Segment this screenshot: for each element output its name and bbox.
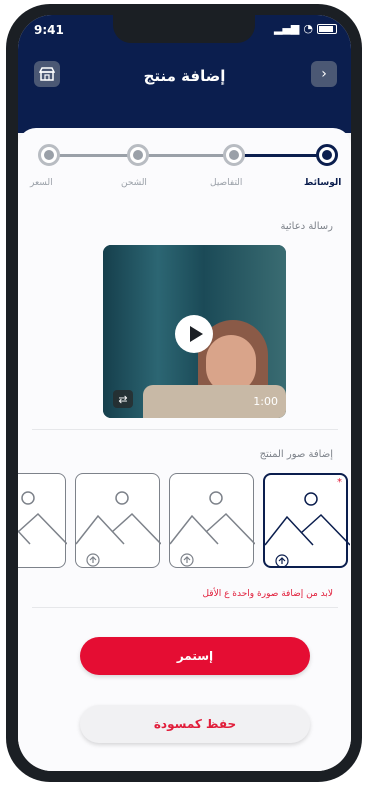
image-placeholder-icon xyxy=(76,491,161,567)
image-slot-1[interactable]: * xyxy=(263,473,350,568)
required-mark: * xyxy=(337,477,342,488)
battery-icon xyxy=(317,23,337,34)
image-slot-2[interactable] xyxy=(169,473,255,568)
save-draft-button[interactable]: حفظ كمسودة xyxy=(80,705,310,743)
play-icon xyxy=(189,326,203,342)
image-placeholder-icon xyxy=(18,491,67,545)
image-slot-4[interactable] xyxy=(18,473,67,568)
step-label-shipping: الشحن xyxy=(121,178,147,188)
step-label-details: التفاصيل xyxy=(210,178,243,188)
image-slots: * xyxy=(18,473,350,573)
images-label: إضافة صور المنتج xyxy=(259,449,333,460)
step-label-media: الوسائط xyxy=(304,178,342,188)
play-button[interactable] xyxy=(175,315,213,353)
image-slot-3[interactable] xyxy=(75,473,161,568)
status-time: 9:41 xyxy=(34,23,64,37)
step-dot-media[interactable] xyxy=(316,144,338,166)
swap-icon: ⇄ xyxy=(118,392,128,406)
promo-video[interactable]: ⇄ 1:00 xyxy=(103,245,286,418)
continue-button[interactable]: إستمر xyxy=(80,637,310,675)
page-title: إضافة منتج xyxy=(143,67,226,85)
replace-video-button[interactable]: ⇄ xyxy=(113,390,133,408)
step-label-price: السعر xyxy=(30,178,53,188)
stepper-progress xyxy=(233,154,328,157)
chevron-right-icon: › xyxy=(321,66,327,82)
step-dot-details[interactable] xyxy=(223,144,245,166)
image-error-message: لابد من إضافة صورة واحدة ع الأقل xyxy=(202,589,333,599)
step-dot-price[interactable] xyxy=(38,144,60,166)
divider xyxy=(32,607,338,608)
phone-frame: 9:41 ▂▄▆ ◔ إضافة منتج › الوسائط التفاصيل… xyxy=(6,4,362,782)
home-indicator[interactable] xyxy=(118,774,228,778)
divider xyxy=(32,429,338,430)
signal-icon: ▂▄▆ xyxy=(274,22,300,35)
app-screen: 9:41 ▂▄▆ ◔ إضافة منتج › الوسائط التفاصيل… xyxy=(18,15,351,771)
image-placeholder-icon xyxy=(170,491,255,567)
stepper xyxy=(38,139,338,179)
wifi-icon: ◔ xyxy=(303,22,313,35)
back-button[interactable]: › xyxy=(311,61,337,87)
status-icons: ▂▄▆ ◔ xyxy=(274,22,337,35)
image-placeholder-icon xyxy=(265,492,350,568)
device-notch xyxy=(113,15,255,43)
promo-label: رسالة دعائية xyxy=(280,221,333,232)
video-duration: 1:00 xyxy=(253,395,278,408)
step-dot-shipping[interactable] xyxy=(127,144,149,166)
